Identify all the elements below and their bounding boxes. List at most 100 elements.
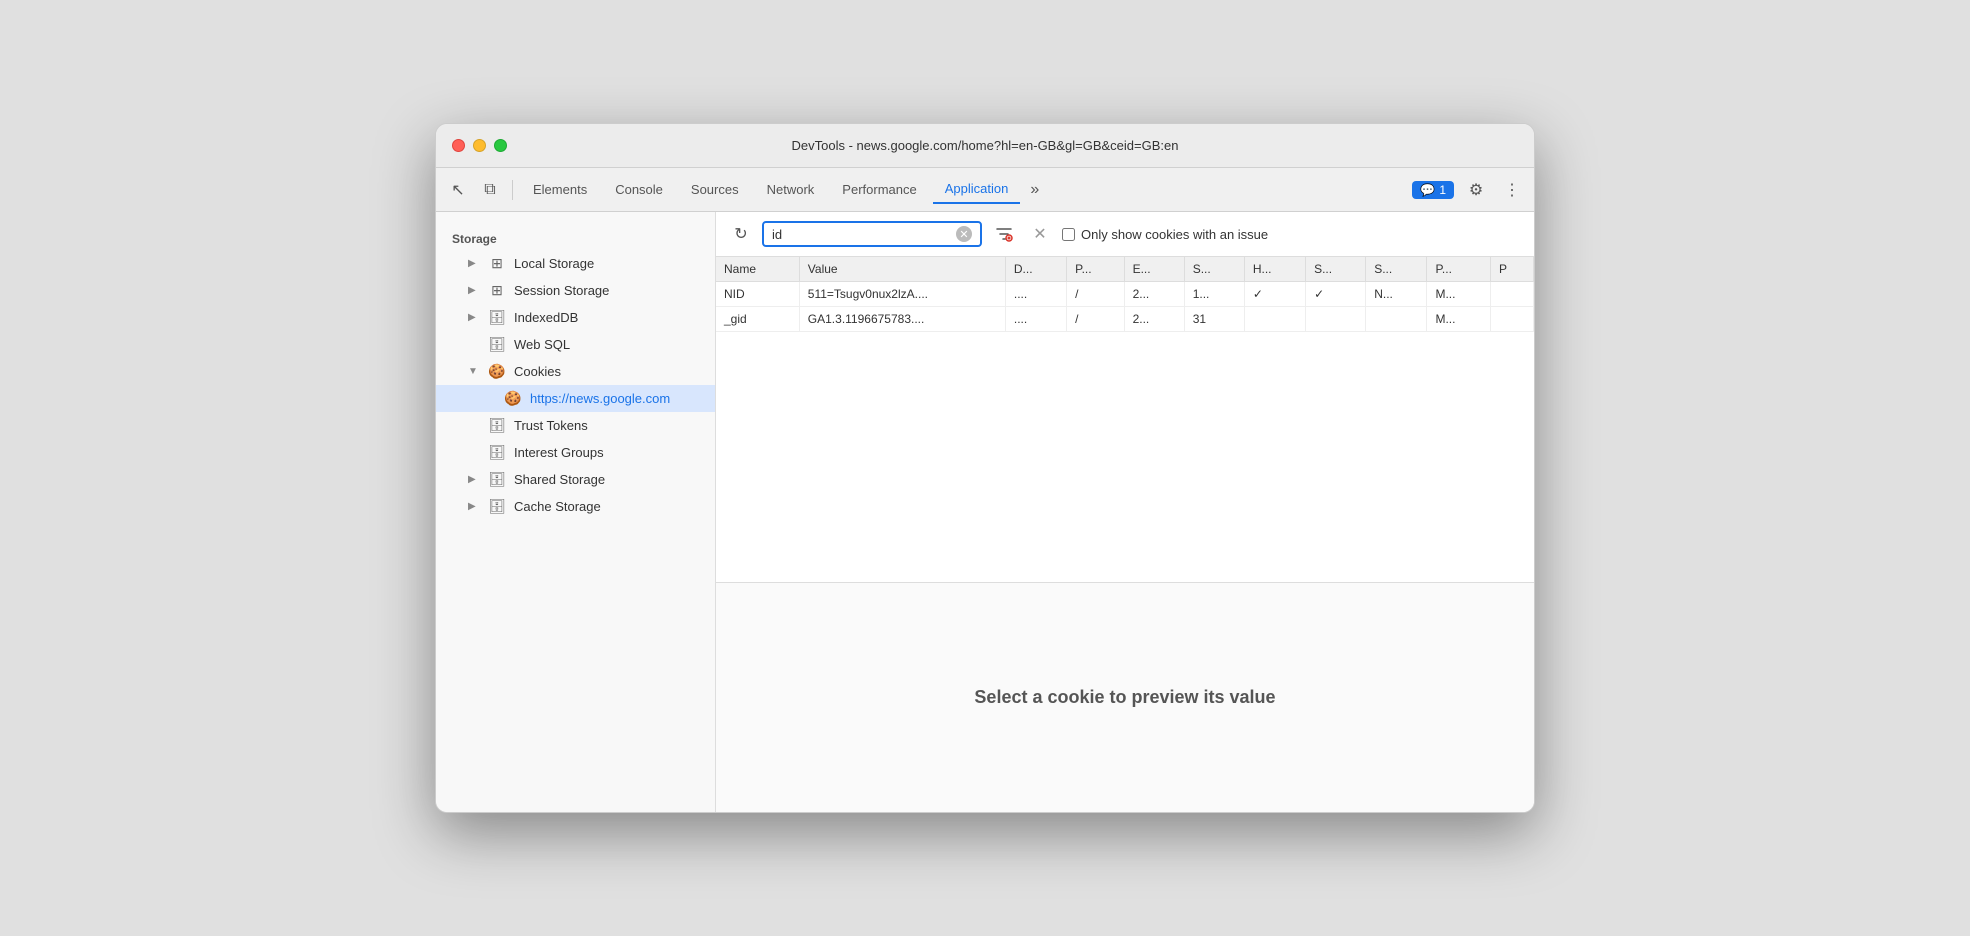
toolbar-separator: [512, 180, 513, 200]
sidebar-item-session-storage[interactable]: ▶ ⊞ Session Storage: [436, 277, 715, 304]
sidebar: Storage ▶ ⊞ Local Storage ▶ ⊞ Session St…: [436, 212, 716, 812]
chevron-down-icon: ▼: [468, 366, 480, 377]
window-title: DevTools - news.google.com/home?hl=en-GB…: [452, 138, 1518, 153]
titlebar: DevTools - news.google.com/home?hl=en-GB…: [436, 124, 1534, 168]
cell-expires: 2...: [1124, 307, 1184, 332]
issues-badge[interactable]: 💬 1: [1412, 181, 1454, 199]
table-row[interactable]: _gid GA1.3.1196675783.... .... / 2... 31…: [716, 307, 1534, 332]
issues-badge-icon: 💬: [1420, 183, 1435, 197]
sidebar-item-interest-groups[interactable]: ▶ 🗄 Interest Groups: [436, 439, 715, 466]
cell-domain: ....: [1005, 307, 1066, 332]
tab-sources[interactable]: Sources: [679, 176, 751, 203]
cell-httponly: [1244, 307, 1305, 332]
filter-issue-label: Only show cookies with an issue: [1081, 227, 1268, 242]
col-header-httponly[interactable]: H...: [1244, 257, 1305, 282]
filter-issue-checkbox[interactable]: [1062, 228, 1075, 241]
col-header-samesite[interactable]: S...: [1366, 257, 1427, 282]
cell-size: 1...: [1184, 282, 1244, 307]
cookie-url-icon: 🍪: [504, 390, 522, 407]
sidebar-item-trust-tokens[interactable]: ▶ 🗄 Trust Tokens: [436, 412, 715, 439]
sidebar-label-interest-groups: Interest Groups: [514, 445, 604, 460]
cell-samesite: [1366, 307, 1427, 332]
sidebar-item-indexeddb[interactable]: ▶ 🗄 IndexedDB: [436, 304, 715, 331]
cell-priority: M...: [1427, 282, 1491, 307]
chevron-right-icon: ▶: [468, 501, 480, 512]
cell-name: NID: [716, 282, 799, 307]
sidebar-label-web-sql: Web SQL: [514, 337, 570, 352]
close-button[interactable]: [452, 139, 465, 152]
sidebar-section-storage: Storage: [436, 224, 715, 250]
sidebar-item-shared-storage[interactable]: ▶ 🗄 Shared Storage: [436, 466, 715, 493]
table-header-row: Name Value D... P... E... S... H... S...…: [716, 257, 1534, 282]
filter-bar: ↻ ✕ ✕ Only show cookies with an issue: [716, 212, 1534, 257]
cell-value: GA1.3.1196675783....: [799, 307, 1005, 332]
filter-icon-button[interactable]: [990, 220, 1018, 248]
search-clear-icon[interactable]: ✕: [956, 226, 972, 242]
device-toggle-icon[interactable]: ⧉: [476, 176, 504, 204]
refresh-button[interactable]: ↻: [728, 221, 754, 247]
col-header-value[interactable]: Value: [799, 257, 1005, 282]
cell-path: /: [1067, 307, 1124, 332]
search-input[interactable]: [772, 227, 950, 242]
content-area: Storage ▶ ⊞ Local Storage ▶ ⊞ Session St…: [436, 212, 1534, 812]
more-tabs-icon[interactable]: »: [1024, 177, 1045, 203]
tab-network[interactable]: Network: [755, 176, 827, 203]
col-header-p[interactable]: P: [1490, 257, 1533, 282]
tab-console[interactable]: Console: [603, 176, 675, 203]
maximize-button[interactable]: [494, 139, 507, 152]
tab-application[interactable]: Application: [933, 175, 1021, 204]
cookie-table-container: Name Value D... P... E... S... H... S...…: [716, 257, 1534, 582]
chevron-right-icon: ▶: [468, 474, 480, 485]
cursor-tool-icon[interactable]: ↖: [444, 176, 472, 204]
sidebar-label-cookies: Cookies: [514, 364, 561, 379]
sidebar-item-local-storage[interactable]: ▶ ⊞ Local Storage: [436, 250, 715, 277]
cell-p: [1490, 282, 1533, 307]
toolbar-right: 💬 1 ⚙ ⋮: [1412, 176, 1526, 204]
sidebar-label-indexeddb: IndexedDB: [514, 310, 578, 325]
devtools-window: DevTools - news.google.com/home?hl=en-GB…: [435, 123, 1535, 813]
cell-priority: M...: [1427, 307, 1491, 332]
chevron-right-icon: ▶: [468, 285, 480, 296]
settings-icon[interactable]: ⚙: [1462, 176, 1490, 204]
session-storage-icon: ⊞: [488, 282, 506, 299]
cache-storage-icon: 🗄: [488, 498, 506, 515]
col-header-name[interactable]: Name: [716, 257, 799, 282]
col-header-domain[interactable]: D...: [1005, 257, 1066, 282]
sidebar-item-cache-storage[interactable]: ▶ 🗄 Cache Storage: [436, 493, 715, 520]
cell-p: [1490, 307, 1533, 332]
cookie-table: Name Value D... P... E... S... H... S...…: [716, 257, 1534, 332]
cell-secure: ✓: [1306, 282, 1366, 307]
shared-storage-icon: 🗄: [488, 471, 506, 488]
col-header-size[interactable]: S...: [1184, 257, 1244, 282]
cell-name: _gid: [716, 307, 799, 332]
sidebar-item-web-sql[interactable]: ▶ 🗄 Web SQL: [436, 331, 715, 358]
cell-path: /: [1067, 282, 1124, 307]
cookies-icon: 🍪: [488, 363, 506, 380]
col-header-secure[interactable]: S...: [1306, 257, 1366, 282]
cookie-preview-area: Select a cookie to preview its value: [716, 582, 1534, 812]
cookie-preview-text: Select a cookie to preview its value: [974, 687, 1275, 708]
cell-samesite: N...: [1366, 282, 1427, 307]
chevron-right-icon: ▶: [468, 312, 480, 323]
tab-elements[interactable]: Elements: [521, 176, 599, 203]
table-row[interactable]: NID 511=Tsugv0nux2lzA.... .... / 2... 1.…: [716, 282, 1534, 307]
col-header-expires[interactable]: E...: [1124, 257, 1184, 282]
more-options-icon[interactable]: ⋮: [1498, 176, 1526, 204]
cell-domain: ....: [1005, 282, 1066, 307]
col-header-priority[interactable]: P...: [1427, 257, 1491, 282]
main-panel: ↻ ✕ ✕ Only show cookies with an issue: [716, 212, 1534, 812]
clear-filter-button[interactable]: ✕: [1026, 220, 1054, 248]
cell-size: 31: [1184, 307, 1244, 332]
sidebar-label-cookies-url: https://news.google.com: [530, 391, 670, 406]
tab-performance[interactable]: Performance: [830, 176, 928, 203]
filter-issue-checkbox-group: Only show cookies with an issue: [1062, 227, 1268, 242]
sidebar-item-cookies[interactable]: ▼ 🍪 Cookies: [436, 358, 715, 385]
trust-tokens-icon: 🗄: [488, 417, 506, 434]
sidebar-label-shared-storage: Shared Storage: [514, 472, 605, 487]
sidebar-item-cookies-url[interactable]: ▶ 🍪 https://news.google.com: [436, 385, 715, 412]
local-storage-icon: ⊞: [488, 255, 506, 272]
indexeddb-icon: 🗄: [488, 309, 506, 326]
cell-expires: 2...: [1124, 282, 1184, 307]
minimize-button[interactable]: [473, 139, 486, 152]
col-header-path[interactable]: P...: [1067, 257, 1124, 282]
